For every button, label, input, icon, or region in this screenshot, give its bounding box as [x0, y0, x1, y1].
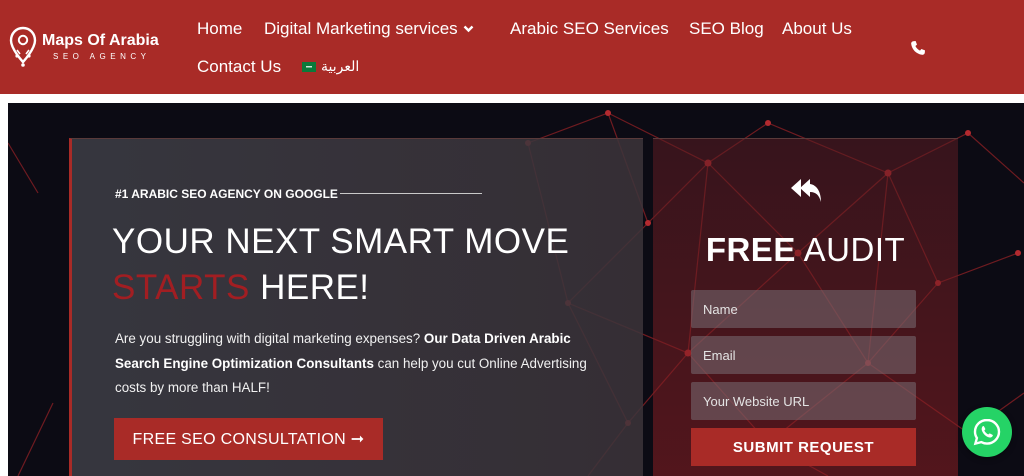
phone-icon[interactable]: [910, 40, 926, 56]
name-field[interactable]: [691, 290, 916, 328]
eyebrow-divider: [340, 193, 482, 194]
flag-icon: [302, 62, 316, 72]
free-seo-consultation-button[interactable]: FREE SEO CONSULTATION ➞: [114, 418, 383, 460]
headline-line-2-rest: HERE!: [249, 268, 370, 307]
hero-description: Are you struggling with digital marketin…: [115, 327, 595, 401]
hero-eyebrow: #1 ARABIC SEO AGENCY ON GOOGLE: [115, 187, 338, 201]
reply-all-icon: [791, 179, 821, 202]
headline-accent-word: STARTS: [112, 268, 250, 307]
nav-arabic-language[interactable]: العربية: [302, 58, 359, 75]
brand-name: Maps Of Arabia: [42, 32, 159, 49]
free-audit-form: FREE AUDIT SUBMIT REQUEST: [653, 138, 958, 476]
hero-headline: YOUR NEXT SMART MOVE STARTS HERE!: [112, 219, 569, 311]
logo[interactable]: Maps Of Arabia SEO AGENCY: [9, 26, 169, 68]
nav-arabic-seo-label: Arabic SEO Services: [510, 19, 669, 38]
free-audit-title: FREE AUDIT: [653, 231, 958, 269]
website-url-field[interactable]: [691, 382, 916, 420]
audit-title-bold: FREE: [705, 231, 796, 268]
nav-arabic-seo-services[interactable]: Arabic SEO Services: [510, 19, 669, 39]
nav-home-label: Home: [197, 19, 243, 38]
nav-home[interactable]: Home: [197, 19, 242, 39]
email-field[interactable]: [691, 336, 916, 374]
nav-contact-us-label: Contact Us: [197, 57, 282, 76]
brand-tagline: SEO AGENCY: [53, 52, 151, 61]
hero-description-intro: Are you struggling with digital marketin…: [115, 331, 424, 346]
submit-request-button[interactable]: SUBMIT REQUEST: [691, 428, 916, 466]
chevron-down-icon: [463, 25, 474, 33]
nav-digital-marketing[interactable]: Digital Marketing services: [264, 19, 474, 39]
hero-section: #1 ARABIC SEO AGENCY ON GOOGLE YOUR NEXT…: [8, 103, 1024, 476]
whatsapp-icon: [973, 418, 1001, 446]
headline-line-1: YOUR NEXT SMART MOVE: [112, 222, 570, 261]
nav-arabic-label: العربية: [321, 58, 360, 74]
nav-digital-marketing-label: Digital Marketing services: [264, 19, 458, 38]
audit-title-rest: AUDIT: [795, 231, 906, 268]
nav-contact-us[interactable]: Contact Us: [197, 57, 281, 77]
nav-seo-blog[interactable]: SEO Blog: [689, 19, 764, 39]
nav-about-us[interactable]: About Us: [782, 19, 852, 39]
hero-intro-panel: #1 ARABIC SEO AGENCY ON GOOGLE YOUR NEXT…: [69, 138, 643, 476]
whatsapp-chat-button[interactable]: [962, 407, 1012, 457]
map-pin-logo-icon: [9, 26, 37, 67]
nav-seo-blog-label: SEO Blog: [689, 19, 764, 38]
nav-about-us-label: About Us: [782, 19, 852, 38]
site-header: Maps Of Arabia SEO AGENCY Home Digital M…: [0, 0, 1024, 94]
